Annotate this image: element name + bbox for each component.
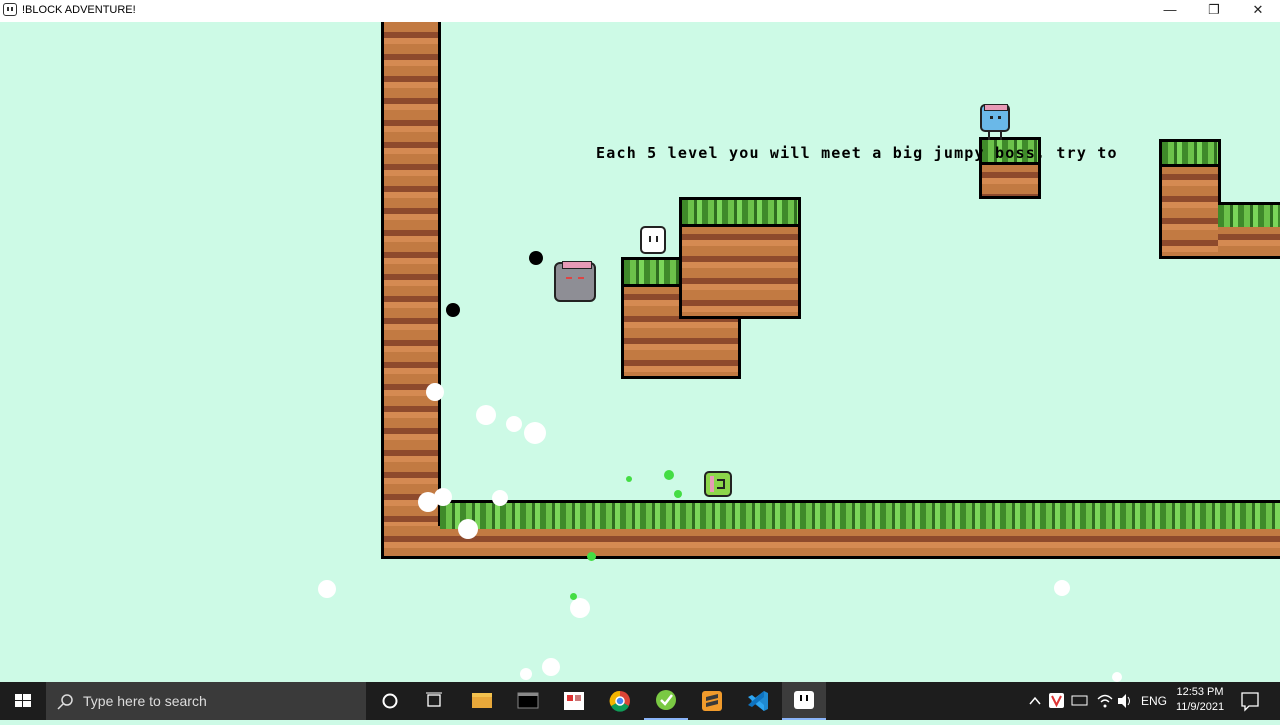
paint-button[interactable] xyxy=(552,682,596,720)
dust-particle xyxy=(542,658,560,676)
sublime-text-icon xyxy=(702,691,722,711)
green-particle xyxy=(570,593,577,600)
clock[interactable]: 12:53 PM 11/9/2021 xyxy=(1170,685,1230,715)
clock-time: 12:53 PM xyxy=(1176,686,1224,698)
search-icon xyxy=(57,694,73,710)
player-character xyxy=(640,226,666,254)
ground-grass xyxy=(440,500,1280,529)
windows-taskbar: Type here to search ENG 12:53 PM 11/9/20… xyxy=(0,682,1280,720)
volume-icon[interactable] xyxy=(1115,682,1135,720)
platform-grass-lower xyxy=(624,260,682,284)
block-adventure-taskbar-button[interactable] xyxy=(782,682,826,720)
dust-particle xyxy=(570,598,590,618)
language-indicator[interactable]: ENG xyxy=(1141,694,1167,708)
terminal-icon xyxy=(517,692,539,709)
vscode-button[interactable] xyxy=(736,682,780,720)
start-button[interactable] xyxy=(0,682,46,720)
dirt-wall xyxy=(384,22,438,556)
dust-particle xyxy=(476,405,496,425)
app-icon xyxy=(3,3,17,16)
window-titlebar: !BLOCK ADVENTURE! — ❐ ✕ xyxy=(0,0,1280,22)
right-ledge-grass xyxy=(1218,202,1280,227)
vivaldi-tray-icon[interactable] xyxy=(1048,682,1066,720)
chrome-button[interactable] xyxy=(598,682,642,720)
task-view-icon xyxy=(426,692,442,707)
app-green-icon xyxy=(656,690,676,710)
terminal-button[interactable] xyxy=(506,682,550,720)
dust-particle xyxy=(434,488,452,506)
vscode-icon xyxy=(748,691,768,711)
dust-particle xyxy=(458,519,478,539)
close-button[interactable]: ✕ xyxy=(1236,0,1280,22)
green-app-button[interactable] xyxy=(644,682,688,720)
dust-particle xyxy=(492,490,508,506)
green-particle xyxy=(626,476,632,482)
green-enemy xyxy=(704,471,732,497)
dust-particle xyxy=(426,383,444,401)
dust-particle xyxy=(506,416,522,432)
platform-dirt-upper xyxy=(682,224,798,316)
dust-particle xyxy=(520,668,532,680)
cortana-button[interactable] xyxy=(368,682,412,720)
green-particle xyxy=(587,552,596,561)
file-explorer-icon xyxy=(472,693,492,708)
keyboard-tray-icon[interactable] xyxy=(1070,682,1090,720)
small-floating-block xyxy=(982,162,1038,196)
game-canvas[interactable]: Each 5 level you will meet a big jumpy b… xyxy=(0,22,1280,682)
sublime-text-button[interactable] xyxy=(690,682,734,720)
search-placeholder: Type here to search xyxy=(83,693,207,709)
minimize-button[interactable]: — xyxy=(1148,0,1192,22)
green-particle xyxy=(674,490,682,498)
restore-button[interactable]: ❐ xyxy=(1192,0,1236,22)
right-pillar-grass xyxy=(1162,142,1218,164)
tutorial-text: Each 5 level you will meet a big jumpy b… xyxy=(596,144,1118,162)
blue-boss xyxy=(980,104,1010,132)
right-ledge xyxy=(1218,224,1280,256)
green-particle xyxy=(664,470,674,480)
chevron-up-icon[interactable] xyxy=(1027,682,1043,720)
notification-icon[interactable] xyxy=(1240,682,1260,720)
boss-legs xyxy=(988,132,1002,140)
windows-logo-icon xyxy=(15,694,31,707)
wifi-icon[interactable] xyxy=(1095,682,1115,720)
right-pillar xyxy=(1162,164,1218,256)
paint-icon xyxy=(564,692,584,710)
gray-enemy xyxy=(554,261,596,302)
cortana-icon xyxy=(382,693,398,709)
ground-dirt xyxy=(384,526,1280,556)
dust-particle xyxy=(318,580,336,598)
search-input[interactable]: Type here to search xyxy=(46,682,366,720)
block-adventure-icon xyxy=(794,691,814,709)
dust-particle xyxy=(1054,580,1070,596)
chrome-icon xyxy=(609,690,630,712)
clock-date: 11/9/2021 xyxy=(1175,701,1225,713)
task-view-button[interactable] xyxy=(412,682,456,720)
file-explorer-button[interactable] xyxy=(460,682,504,720)
black-bullet xyxy=(446,303,460,317)
black-bullet xyxy=(529,251,543,265)
dust-particle xyxy=(1112,672,1122,682)
window-title: !BLOCK ADVENTURE! xyxy=(22,4,136,16)
platform-grass-upper xyxy=(682,200,798,224)
dust-particle xyxy=(524,422,546,444)
